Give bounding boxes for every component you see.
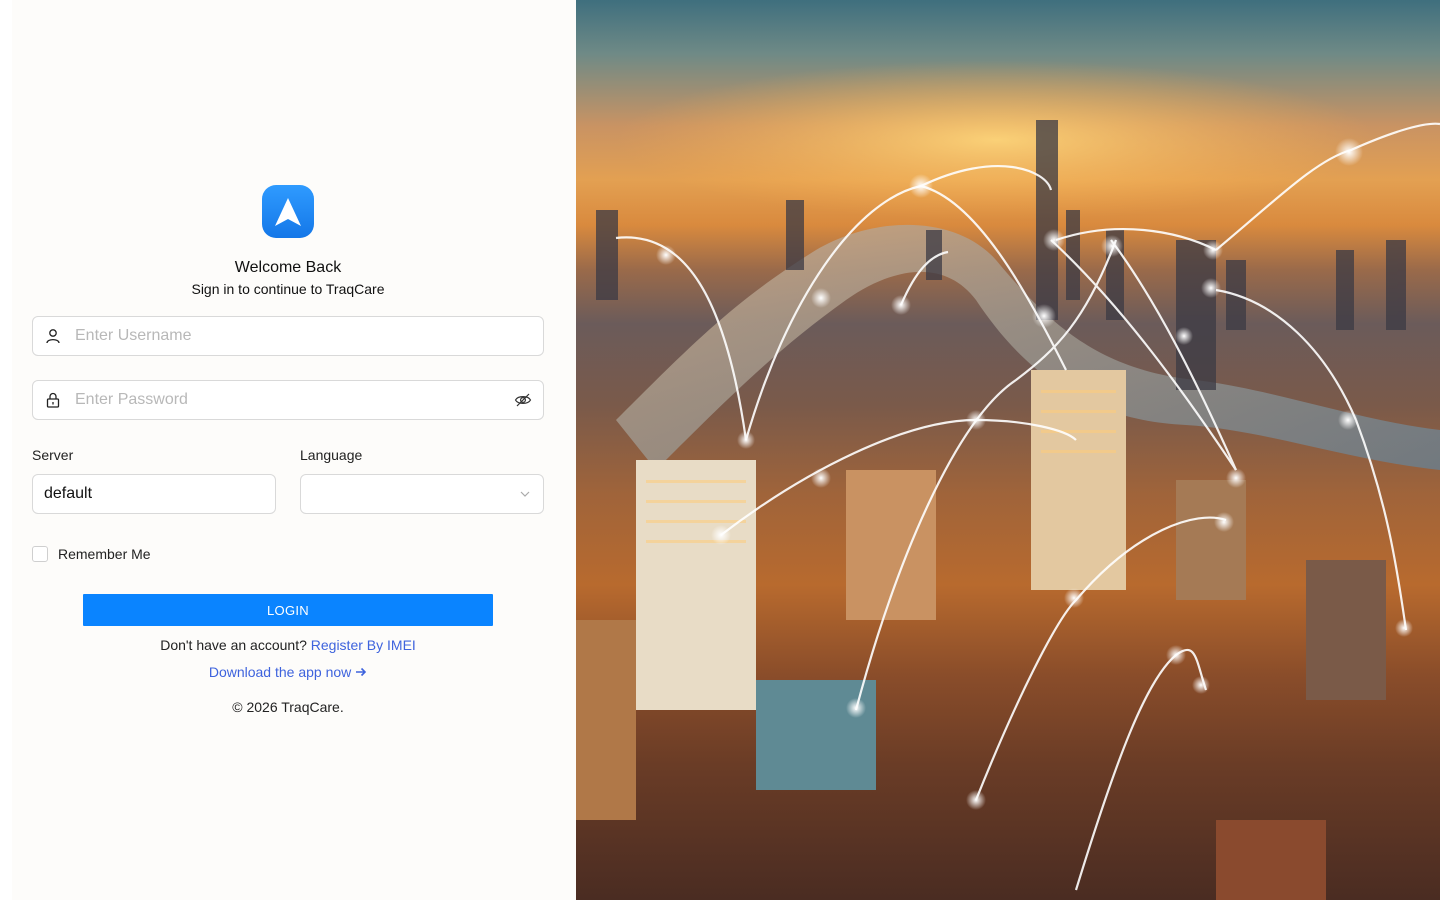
- password-field[interactable]: [32, 380, 544, 420]
- eye-off-icon[interactable]: [514, 391, 532, 409]
- welcome-subtitle: Sign in to continue to TraqCare: [191, 281, 385, 297]
- welcome-title: Welcome Back: [234, 259, 342, 276]
- city-network-image: [576, 0, 1440, 900]
- user-icon: [45, 328, 61, 344]
- download-link-label: Download the app now: [208, 664, 352, 680]
- server-input[interactable]: default: [32, 474, 276, 514]
- arrow-right-icon: [356, 667, 367, 677]
- login-button[interactable]: LOGIN: [83, 594, 493, 626]
- lock-icon: [45, 392, 61, 408]
- login-panel: Welcome Back Sign in to continue to Traq…: [12, 0, 576, 900]
- username-field[interactable]: [32, 316, 544, 356]
- remember-me[interactable]: Remember Me: [32, 546, 151, 562]
- city-skyline-illustration: [576, 60, 1440, 900]
- download-line: Download the app now: [12, 664, 564, 680]
- server-value: default: [44, 485, 93, 502]
- register-link[interactable]: Register By IMEI: [311, 637, 416, 653]
- language-label: Language: [300, 447, 363, 463]
- username-input[interactable]: [73, 326, 543, 346]
- remember-checkbox[interactable]: [32, 546, 48, 562]
- server-label: Server: [32, 447, 74, 463]
- copyright: © 2026 TraqCare.: [232, 699, 344, 715]
- app-logo: [262, 185, 314, 238]
- remember-label: Remember Me: [58, 546, 151, 562]
- password-input[interactable]: [73, 390, 514, 410]
- download-link[interactable]: Download the app now: [209, 664, 367, 680]
- register-line: Don't have an account? Register By IMEI: [12, 637, 564, 653]
- no-account-text: Don't have an account?: [160, 637, 307, 653]
- chevron-down-icon: [519, 488, 531, 500]
- navigation-arrow-icon: [275, 197, 301, 226]
- language-select[interactable]: [300, 474, 544, 514]
